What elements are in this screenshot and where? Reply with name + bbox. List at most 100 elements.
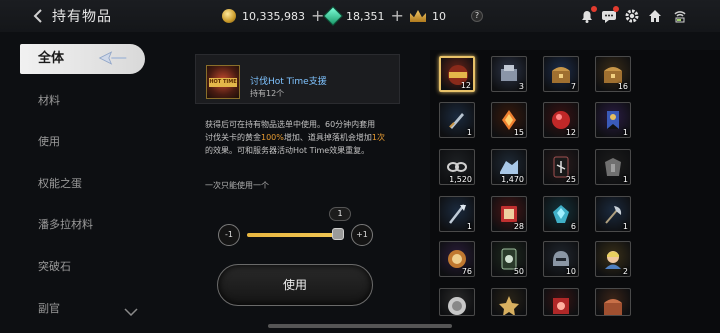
inventory-item-slot[interactable]	[543, 288, 579, 316]
gear-icon[interactable]	[624, 8, 640, 24]
item-quantity: 1	[622, 222, 628, 231]
axe-icon	[605, 206, 622, 224]
portrait-icon	[605, 251, 621, 269]
inventory-item-slot[interactable]: 3	[491, 56, 527, 92]
inventory-item-slot[interactable]: 15	[491, 102, 527, 138]
chevron-down-icon[interactable]	[124, 308, 138, 316]
inventory-item-slot[interactable]: 1,470	[491, 149, 527, 185]
inventory-item-slot[interactable]: 76	[439, 241, 475, 277]
item-quantity: 12	[565, 128, 576, 137]
sidebar-item-label: 权能之蛋	[38, 177, 82, 190]
item-quantity: 25	[565, 175, 576, 184]
sidebar-item-label: 潘多拉材料	[38, 218, 93, 231]
sidebar-item-label: 使用	[38, 135, 60, 148]
quantity-value: 1	[329, 207, 351, 221]
inventory-item-slot[interactable]: 25	[543, 149, 579, 185]
inventory-item-slot[interactable]: 12	[439, 56, 475, 92]
sidebar-item-materials[interactable]: 材料	[20, 86, 145, 116]
sidebar-item-label: 副官	[38, 302, 60, 315]
blue-stone-icon	[553, 205, 569, 223]
inventory-item-slot[interactable]: 1	[595, 149, 631, 185]
item-quantity: 50	[513, 267, 524, 276]
quantity-slider-fill	[247, 233, 339, 237]
desc-line-3: 的效果。可和服务器活动Hot Time效果重复。	[205, 146, 370, 155]
back-arrow-icon[interactable]	[32, 8, 46, 24]
quantity-slider-thumb[interactable]	[332, 228, 345, 240]
inventory-item-slot[interactable]: 16	[595, 56, 631, 92]
inventory-item-slot[interactable]: 2	[595, 241, 631, 277]
category-sidebar: 全体 材料 使用 权能之蛋 潘多拉材料 突破石 副官	[20, 38, 170, 333]
decrease-button[interactable]: -1	[218, 224, 240, 246]
treasure-chest-icon	[552, 67, 570, 83]
spear-icon	[449, 204, 466, 224]
item-quantity: 1,520	[449, 175, 472, 184]
sword-icon	[449, 113, 464, 129]
desc-line-1: 获得后可在持有物品选单中使用。60分钟内套用	[205, 120, 376, 129]
item-quantity: 6	[570, 222, 576, 231]
inventory-item-slot[interactable]	[595, 288, 631, 316]
item-card: HOT TIME 讨伐Hot Time支援 持有12个	[195, 54, 400, 104]
sidebar-item-breakthrough-stones[interactable]: 突破石	[20, 252, 145, 282]
chat-badge	[613, 6, 619, 12]
gem-icon	[323, 6, 343, 26]
dark-armor-icon	[605, 158, 621, 176]
item-quantity: 12	[460, 81, 471, 90]
inventory-item-slot[interactable]: 6	[543, 196, 579, 232]
item-owned-count: 持有12个	[250, 89, 285, 98]
inventory-item-slot[interactable]: 1	[595, 102, 631, 138]
page-title: 持有物品	[52, 9, 112, 25]
gold-emblem-icon	[499, 296, 519, 315]
crown-amount: 10	[432, 9, 446, 23]
inventory-item-slot[interactable]	[491, 288, 527, 316]
item-quantity: 1,470	[501, 175, 524, 184]
item-quantity: 16	[617, 82, 628, 91]
armor-box-icon	[501, 65, 517, 81]
sidebar-item-power-eggs[interactable]: 权能之蛋	[20, 169, 145, 199]
add-gem-button[interactable]: +	[391, 8, 404, 24]
use-button[interactable]: 使用	[217, 264, 373, 306]
inventory-item-slot[interactable]: 7	[543, 56, 579, 92]
sidebar-item-label: 全体	[38, 51, 65, 66]
desc-line-2: 讨伐关卡的黄金100%增加、道具掉落机会增加1次	[205, 133, 385, 142]
chest-icon	[604, 299, 622, 315]
notification-bell-icon[interactable]	[579, 6, 597, 24]
gem-amount: 18,351	[346, 9, 385, 23]
hot-time-ticket-icon: HOT TIME	[206, 65, 240, 99]
inventory-item-slot[interactable]: 1	[439, 196, 475, 232]
crown-icon	[410, 10, 426, 22]
inventory-item-slot[interactable]: 1	[595, 196, 631, 232]
item-quantity: 76	[461, 267, 472, 276]
inventory-item-slot[interactable]: 50	[491, 241, 527, 277]
gold-currency: 10,335,983 +	[222, 7, 324, 25]
chat-icon[interactable]	[601, 6, 619, 24]
item-quantity: 28	[513, 222, 524, 231]
item-detail-panel: HOT TIME 讨伐Hot Time支援 持有12个 获得后可在持有物品选单中…	[195, 50, 423, 333]
inventory-item-slot[interactable]: 10	[543, 241, 579, 277]
gold-amount: 10,335,983	[242, 9, 305, 23]
inventory-item-slot[interactable]: 12	[543, 102, 579, 138]
item-quantity: 7	[570, 82, 576, 91]
inventory-item-slot[interactable]	[439, 288, 475, 316]
icon-label: HOT TIME	[209, 78, 237, 87]
red-item-icon	[553, 298, 569, 314]
sidebar-item-use[interactable]: 使用	[20, 127, 145, 157]
item-quantity: 1	[466, 128, 472, 137]
inventory-item-slot[interactable]: 1	[439, 102, 475, 138]
home-icon[interactable]	[647, 8, 663, 24]
inventory-item-slot[interactable]: 28	[491, 196, 527, 232]
gold-coin-icon	[222, 9, 236, 23]
increase-button[interactable]: +1	[351, 224, 373, 246]
inventory-item-slot[interactable]: 1,520	[439, 149, 475, 185]
item-quantity: 15	[513, 128, 524, 137]
item-name: 讨伐Hot Time支援	[250, 77, 327, 87]
sidebar-item-pandora-materials[interactable]: 潘多拉材料	[20, 210, 145, 240]
wifi-battery-icon	[672, 8, 688, 24]
item-quantity: 2	[622, 267, 628, 276]
banner-icon	[607, 111, 619, 129]
top-bar: 持有物品 10,335,983 + 18,351 + 10 ?	[0, 0, 720, 32]
home-indicator	[268, 324, 452, 328]
crown-currency: 10	[410, 7, 446, 25]
sidebar-item-label: 材料	[38, 94, 60, 107]
quantity-slider-track[interactable]	[247, 233, 343, 237]
help-icon[interactable]: ?	[471, 10, 483, 22]
